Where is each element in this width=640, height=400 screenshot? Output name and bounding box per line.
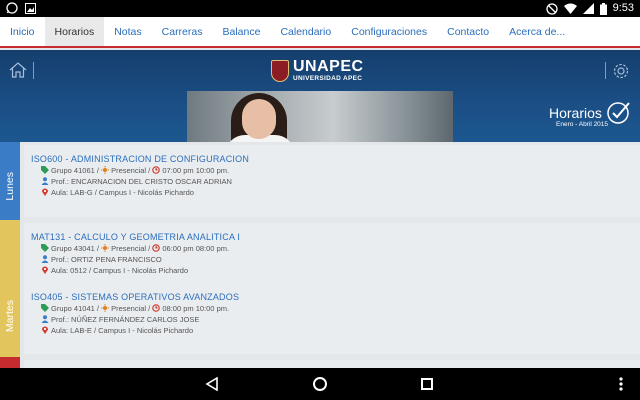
course-professor: Prof.: ENCARNACION DEL CRISTO OSCAR ADRI… — [41, 176, 249, 187]
tag-icon — [41, 166, 49, 174]
sun-icon — [101, 166, 110, 174]
check-circle-icon — [607, 102, 630, 124]
navigation-bar — [0, 368, 640, 400]
main-tabs: Inicio Horarios Notas Carreras Balance Calend… — [0, 17, 640, 48]
day-tab: Lunes — [0, 142, 20, 220]
day-card — [24, 360, 640, 368]
time-text: 07:00 pm 10:00 pm. — [162, 166, 230, 175]
day-section: Lunes ISO600 - ADMINISTRACION DE CONFIGUR… — [0, 142, 640, 220]
tab-notas[interactable]: Notas — [104, 17, 151, 46]
map-pin-icon — [42, 326, 48, 334]
day-label: Lunes — [4, 172, 16, 201]
mode-text: Presencial — [111, 304, 147, 313]
logo-subtitle: UNIVERSIDAD APEC — [293, 75, 363, 82]
day-tab — [0, 357, 20, 368]
professor-text: Prof.: ENCARNACION DEL CRISTO OSCAR ADRI… — [51, 177, 232, 186]
course-professor: Prof.: NÚÑEZ FERNÁNDEZ CARLOS JOSE — [41, 314, 239, 325]
overflow-menu-icon[interactable] — [619, 377, 623, 391]
user-icon — [41, 255, 49, 263]
section-period: Enero - Abril 2015 — [556, 121, 609, 128]
user-icon — [41, 315, 49, 323]
day-label: Martes — [4, 300, 16, 333]
day-section — [0, 357, 640, 368]
map-pin-icon — [42, 188, 48, 196]
map-pin-icon — [42, 266, 48, 274]
course-title[interactable]: MAT131 - CALCULO Y GEOMETRIA ANALITICA I — [31, 232, 240, 243]
user-icon — [41, 177, 49, 185]
unapec-logo: UNAPEC UNIVERSIDAD APEC — [271, 58, 371, 86]
banner-photo — [187, 91, 453, 142]
divider — [33, 62, 34, 79]
course-entry[interactable]: ISO405 - SISTEMAS OPERATIVOS AVANZADOS Gr… — [31, 292, 239, 336]
professor-text: Prof.: ORTIZ PENA FRANCISCO — [51, 255, 162, 264]
tag-icon — [41, 304, 49, 312]
logo-title: UNAPEC — [293, 58, 364, 75]
course-room: Aula: LAB-G / Campus I - Nicolás Pichard… — [41, 187, 249, 198]
tab-balance[interactable]: Balance — [212, 17, 270, 46]
course-schedule: Grupo 41041 / Presencial / 08:00 pm 10:0… — [41, 303, 239, 314]
course-room: Aula: 0512 / Campus I - Nicolás Pichardo — [41, 265, 240, 276]
room-text: Aula: 0512 / Campus I - Nicolás Pichardo — [51, 266, 189, 275]
whatsapp-icon — [6, 2, 18, 14]
clock-icon — [152, 304, 161, 312]
sun-icon — [101, 304, 110, 312]
signal-icon — [582, 3, 594, 14]
course-professor: Prof.: ORTIZ PENA FRANCISCO — [41, 254, 240, 265]
group-text: Grupo 41061 — [51, 166, 95, 175]
time-text: 08:00 pm 10:00 pm. — [162, 304, 230, 313]
status-bar: 9:53 — [0, 0, 640, 17]
section-title: Horarios — [549, 105, 602, 121]
back-icon[interactable] — [205, 377, 219, 391]
course-title[interactable]: ISO600 - ADMINISTRACION DE CONFIGURACION — [31, 154, 249, 165]
course-entry[interactable]: MAT131 - CALCULO Y GEOMETRIA ANALITICA I… — [31, 232, 240, 276]
course-schedule: Grupo 41061 / Presencial / 07:00 pm 10:0… — [41, 165, 249, 176]
home-nav-icon[interactable] — [313, 377, 327, 391]
image-icon — [25, 2, 36, 14]
tab-acerca-de[interactable]: Acerca de... — [499, 17, 575, 46]
professor-text: Prof.: NÚÑEZ FERNÁNDEZ CARLOS JOSE — [51, 315, 200, 324]
do-not-disturb-icon — [545, 2, 558, 15]
home-icon[interactable] — [9, 62, 27, 78]
course-title[interactable]: ISO405 - SISTEMAS OPERATIVOS AVANZADOS — [31, 292, 239, 303]
clock-icon — [152, 244, 161, 252]
course-schedule: Grupo 43041 / Presencial / 06:00 pm 08:0… — [41, 243, 240, 254]
wifi-icon — [563, 3, 577, 14]
course-room: Aula: LAB-E / Campus I - Nicolás Pichard… — [41, 325, 239, 336]
day-section: Martes MAT131 - CALCULO Y GEOMETRIA ANALI… — [0, 220, 640, 357]
mode-text: Presencial — [111, 244, 147, 253]
recent-apps-icon[interactable] — [421, 378, 433, 390]
divider — [605, 62, 606, 79]
time-text: 06:00 pm 08:00 pm. — [162, 244, 230, 253]
clock-icon — [152, 166, 161, 174]
mode-text: Presencial — [111, 166, 147, 175]
tag-icon — [41, 244, 49, 252]
tab-inicio[interactable]: Inicio — [0, 17, 45, 46]
group-text: Grupo 41041 — [51, 304, 95, 313]
header-banner: UNAPEC UNIVERSIDAD APEC Horarios Enero -… — [0, 50, 640, 142]
gear-icon[interactable] — [612, 62, 630, 80]
unapec-seal-icon — [271, 60, 289, 82]
tab-contacto[interactable]: Contacto — [437, 17, 499, 46]
battery-icon — [599, 2, 607, 15]
tab-carreras[interactable]: Carreras — [152, 17, 213, 46]
day-tab: Martes — [0, 220, 20, 357]
group-text: Grupo 43041 — [51, 244, 95, 253]
sun-icon — [101, 244, 110, 252]
schedule-list[interactable]: Lunes ISO600 - ADMINISTRACION DE CONFIGUR… — [0, 142, 640, 368]
tab-calendario[interactable]: Calendario — [270, 17, 341, 46]
tab-configuraciones[interactable]: Configuraciones — [341, 17, 437, 46]
tab-horarios[interactable]: Horarios — [44, 17, 105, 46]
course-entry[interactable]: ISO600 - ADMINISTRACION DE CONFIGURACION… — [31, 154, 249, 198]
room-text: Aula: LAB-E / Campus I - Nicolás Pichard… — [51, 326, 194, 335]
clock: 9:53 — [612, 2, 634, 14]
room-text: Aula: LAB-G / Campus I - Nicolás Pichard… — [51, 188, 194, 197]
